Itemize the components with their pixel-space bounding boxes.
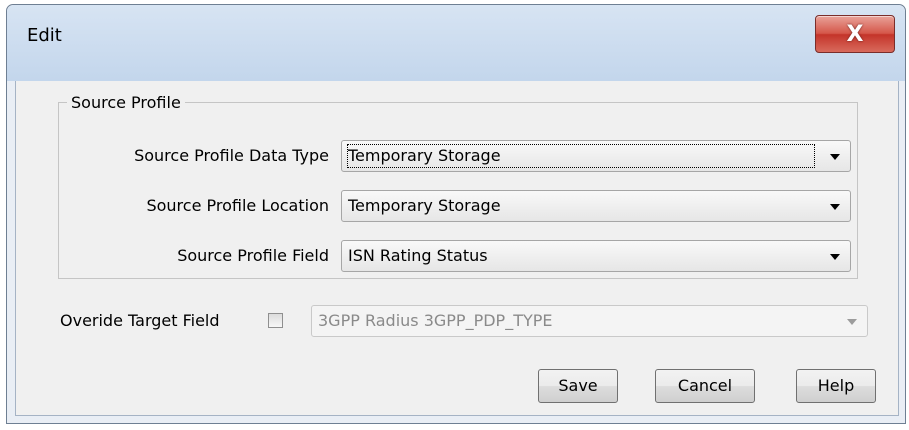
target-field-value: 3GPP Radius 3GPP_PDP_TYPE <box>318 311 553 330</box>
close-icon: X <box>846 21 864 47</box>
edit-dialog: Edit X Source Profile Source Profile Dat… <box>6 4 906 424</box>
override-target-label: Overide Target Field <box>60 311 220 330</box>
source-profile-group: Source Profile Source Profile Data Type … <box>58 93 858 279</box>
chevron-down-icon <box>847 319 857 325</box>
chevron-down-icon <box>830 154 840 160</box>
data-type-select[interactable]: Temporary Storage <box>341 140 851 172</box>
target-field-select: 3GPP Radius 3GPP_PDP_TYPE <box>311 305 868 337</box>
data-type-label: Source Profile Data Type <box>134 146 329 165</box>
source-profile-legend: Source Profile <box>71 93 181 112</box>
field-row: Source Profile Field ISN Rating Status <box>59 240 857 272</box>
field-label: Source Profile Field <box>177 246 329 265</box>
data-type-row: Source Profile Data Type Temporary Stora… <box>59 140 857 172</box>
location-label: Source Profile Location <box>146 196 329 215</box>
chevron-down-icon <box>830 204 840 210</box>
location-value: Temporary Storage <box>348 196 501 215</box>
override-target-checkbox[interactable] <box>268 313 283 328</box>
dialog-title: Edit <box>27 25 62 46</box>
field-select[interactable]: ISN Rating Status <box>341 240 851 272</box>
chevron-down-icon <box>830 254 840 260</box>
close-button[interactable]: X <box>815 15 895 53</box>
title-bar: Edit X <box>7 5 905 81</box>
field-value: ISN Rating Status <box>348 246 488 265</box>
data-type-value: Temporary Storage <box>347 144 815 168</box>
cancel-button[interactable]: Cancel <box>655 369 755 403</box>
dialog-body: Source Profile Source Profile Data Type … <box>15 81 899 416</box>
help-button[interactable]: Help <box>796 369 876 403</box>
save-button[interactable]: Save <box>538 369 618 403</box>
location-select[interactable]: Temporary Storage <box>341 190 851 222</box>
location-row: Source Profile Location Temporary Storag… <box>59 190 857 222</box>
